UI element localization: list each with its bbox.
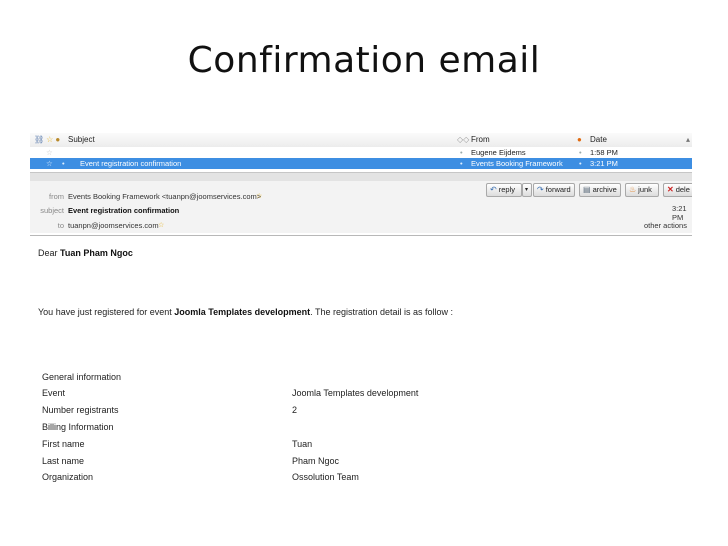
greeting: Dear Tuan Pham Ngoc [38,248,133,258]
message-header-pane: from Events Booking Framework <tuanpn@jo… [30,181,692,233]
to-label: to [57,221,64,230]
subject-label: subject [40,206,64,215]
to-value[interactable]: tuanpn@joomservices.com [68,221,159,230]
subject-value: Event registration confirmation [68,206,180,215]
detail-row: First name Tuan [42,439,313,449]
forward-icon: ↷ [537,185,544,194]
read-status-icon[interactable]: ● [55,133,60,147]
reply-dropdown-button[interactable]: ▾ [522,183,532,197]
slide-title: Confirmation email [187,40,541,81]
row-from: Eugene Eijdems [471,148,526,157]
column-icons: ⛓ ☆ ● [34,133,60,147]
detail-row: Organization Ossolution Team [42,472,359,482]
column-date[interactable]: Date [590,133,607,147]
detail-row: General information [42,372,122,382]
column-picker-icon[interactable]: ▴ [686,133,690,147]
status-dot-icon: • [460,159,463,168]
detail-row: Event Joomla Templates development [42,388,419,398]
detail-row: Last name Pham Ngoc [42,456,340,466]
event-name: Joomla Templates development [174,307,311,317]
message-list-header: ⛓ ☆ ● Subject ◇◇ From ● Date ▴ [30,133,692,148]
archive-button[interactable]: ▤ archive [579,183,621,197]
row-date: 1:58 PM [590,148,618,157]
detail-row: Number registrants 2 [42,405,298,415]
delete-button[interactable]: ✕ dele [663,183,692,197]
from-label: from [49,192,64,201]
message-row-selected[interactable]: ☆ • Event registration confirmation • Ev… [30,158,692,169]
header-body-divider [30,235,692,236]
unread-dot-icon: • [460,148,463,157]
row-subject: Event registration confirmation [80,159,182,168]
unread-dot-icon: • [62,159,65,168]
column-from[interactable]: From [471,133,490,147]
chevron-down-icon: ▾ [525,187,529,193]
junk-dot-icon: • [579,159,582,168]
row-from: Events Booking Framework [471,159,563,168]
row-date: 3:21 PM [590,159,618,168]
date-column-icon: ● [577,135,582,144]
star-icon[interactable]: ☆ [46,147,53,158]
to-star-icon[interactable]: ☆ [158,221,164,229]
forward-button[interactable]: ↷ forward [533,183,575,197]
junk-button[interactable]: ♨ junk [625,183,659,197]
column-subject[interactable]: Subject [68,133,95,147]
close-icon: ✕ [667,185,674,194]
thread-icon[interactable]: ⛓ [34,133,44,147]
detail-row: Billing Information [42,422,114,432]
star-icon[interactable]: ☆ [46,158,53,169]
sort-icon: ◇◇ [457,135,470,144]
other-actions-link[interactable]: other actions [644,221,687,230]
email-client-screenshot: ⛓ ☆ ● Subject ◇◇ From ● Date ▴ ☆ • Eugen… [30,128,692,528]
from-star-icon[interactable]: ☆ [256,192,262,200]
recipient-name: Tuan Pham Ngoc [60,248,133,258]
flame-icon: ♨ [629,185,637,194]
junk-dot-icon: • [579,148,582,157]
from-value[interactable]: Events Booking Framework <tuanpn@joomser… [68,192,261,201]
reply-button[interactable]: ↶ reply [486,183,522,197]
message-time: 3:21 PM [672,204,687,222]
reply-icon: ↶ [490,185,497,194]
archive-icon: ▤ [583,185,591,194]
star-column-icon[interactable]: ☆ [46,133,53,147]
intro-paragraph: You have just registered for event Jooml… [38,307,454,317]
